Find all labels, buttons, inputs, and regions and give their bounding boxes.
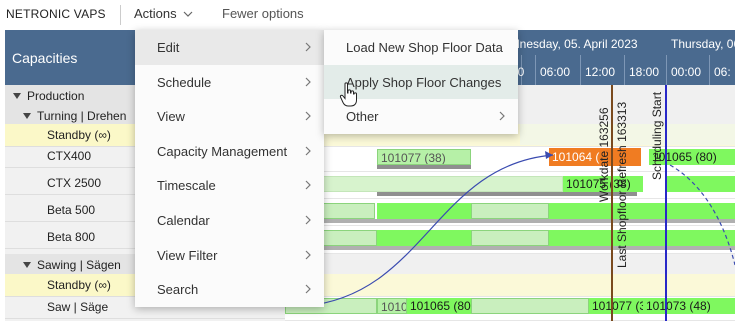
menu-item-label: View Filter — [157, 247, 218, 263]
menu-item-label: Apply Shop Floor Changes — [346, 74, 502, 90]
tree-row-label: Standby (∞) — [47, 278, 111, 292]
toolbar: NETRONIC VAPS Actions Fewer options — [0, 0, 735, 30]
tree-row-label: CTX400 — [47, 149, 92, 163]
tree-row-label: Beta 800 — [47, 230, 96, 244]
timescale-tick: 00:00 — [671, 65, 702, 79]
timescale-divider — [535, 55, 536, 85]
menu-item-label: Calendar — [157, 213, 210, 228]
timescale-divider — [666, 55, 667, 85]
collapse-triangle-icon[interactable] — [23, 113, 31, 119]
fewer-options-button[interactable]: Fewer options — [222, 6, 304, 21]
timescale-day-label: dnesday, 05. April 2023 — [513, 37, 638, 51]
menu-item-view[interactable]: View — [135, 99, 324, 134]
capacities-header: Capacities — [5, 30, 135, 85]
menu-item-load-new-shop-floor-data[interactable]: Load New Shop Floor Data — [324, 30, 518, 65]
menu-item-label: Search — [157, 282, 199, 298]
timescale-divider — [709, 55, 710, 85]
menu-item-label: Timescale — [157, 178, 216, 194]
chevron-down-icon[interactable] — [182, 8, 194, 20]
menu-item-timescale[interactable]: Timescale — [135, 168, 324, 203]
tree-row-label: Turning | Drehen — [37, 109, 127, 123]
chevron-right-icon — [305, 111, 311, 121]
chevron-right-icon — [305, 77, 311, 87]
menu-item-label: Load New Shop Floor Data — [346, 40, 503, 55]
menu-item-calendar[interactable]: Calendar — [135, 203, 324, 238]
collapse-triangle-icon[interactable] — [23, 262, 31, 268]
menu-item-capacity-management[interactable]: Capacity Management — [135, 134, 324, 169]
menu-item-search[interactable]: Search — [135, 272, 324, 307]
timescale-tick: 18:00 — [629, 65, 660, 79]
timescale-day-label: Thursday, 06 — [671, 37, 735, 51]
actions-menu-button[interactable]: Actions — [134, 6, 177, 21]
timescale-tick: 06: — [714, 65, 731, 79]
timescale-tick: 06:00 — [540, 65, 571, 79]
tree-row-label: Saw | Säge — [47, 300, 109, 314]
chevron-right-icon — [499, 111, 505, 121]
chevron-right-icon — [305, 42, 311, 52]
menu-item-view-filter[interactable]: View Filter — [135, 238, 324, 273]
menu-item-label: View — [157, 109, 185, 125]
timescale-tick: 12:00 — [585, 65, 616, 79]
dependency-links — [304, 151, 735, 307]
actions-menu: Edit Schedule View Capacity Management T… — [135, 30, 324, 307]
tree-row-label: CTX 2500 — [47, 176, 102, 190]
timescale-divider — [580, 55, 581, 85]
menu-item-label: Other — [346, 109, 379, 125]
chevron-right-icon — [305, 146, 311, 156]
tree-row-label: Beta 500 — [47, 203, 96, 217]
menu-item-label: Schedule — [157, 74, 212, 90]
app-title: NETRONIC VAPS — [6, 7, 106, 21]
capacities-title: Capacities — [12, 50, 78, 66]
hand-cursor-icon — [339, 82, 357, 107]
menu-item-schedule[interactable]: Schedule — [135, 65, 324, 100]
menu-item-label: Edit — [157, 40, 180, 55]
timescale-divider — [624, 55, 625, 85]
toolbar-divider — [120, 5, 121, 25]
tree-row-label: Sawing | Sägen — [37, 258, 121, 272]
menu-item-edit[interactable]: Edit — [135, 30, 324, 65]
tree-row-label: Standby (∞) — [47, 128, 111, 142]
tree-row-label: Production — [27, 89, 85, 103]
chevron-right-icon — [305, 250, 311, 260]
menu-item-label: Capacity Management — [157, 143, 288, 159]
chevron-right-icon — [305, 215, 311, 225]
chevron-right-icon — [305, 180, 311, 190]
collapse-triangle-icon[interactable] — [13, 93, 21, 99]
chevron-right-icon — [305, 284, 311, 294]
